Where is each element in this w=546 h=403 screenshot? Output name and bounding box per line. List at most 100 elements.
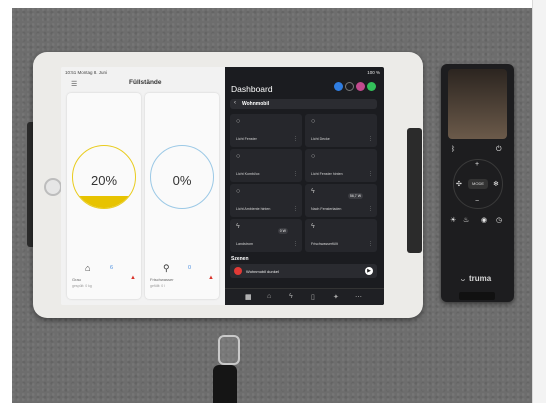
home-icon[interactable]: ⌂	[267, 293, 271, 300]
bulb-icon: ○	[311, 153, 316, 160]
hamburger-icon[interactable]: ☰	[71, 80, 77, 88]
scene-color-icon	[234, 267, 242, 275]
grid-icon[interactable]: ▦	[245, 293, 252, 301]
bulb-icon: ○	[311, 118, 316, 125]
scene-label: Wohnmobil dunkel	[246, 269, 279, 274]
house-icon: ⌂	[85, 263, 91, 273]
kebab-menu-icon[interactable]: ⋮	[293, 171, 298, 177]
temperature-icon[interactable]: ♨	[463, 216, 469, 224]
tab-bar: ▦ ⌂ ϟ ▯ ✦ ⋯	[225, 288, 384, 305]
play-icon[interactable]: ▶	[365, 267, 373, 275]
wall-edge	[532, 0, 546, 403]
snowflake-icon[interactable]: ❄	[493, 180, 499, 188]
minus-icon[interactable]: −	[475, 198, 479, 205]
dashboard-title: Dashboard	[231, 84, 273, 94]
room-selector[interactable]: ‹ Wohnmobil	[230, 99, 377, 109]
device-tile[interactable]: ○ Licht Fenster ⋮	[230, 114, 302, 147]
tank-name: Frischwasser	[150, 277, 174, 282]
tile-label: Licht Kombi/ox	[236, 172, 260, 176]
plug-icon: ϟ	[236, 223, 240, 230]
timer-icon[interactable]: ◷	[496, 216, 502, 224]
scene-tile[interactable]: Wohnmobil dunkel ▶	[230, 264, 377, 278]
status-time: 10:51 Montag 8. Juni	[65, 70, 108, 75]
tank-card-grey[interactable]: 20% ⌂ 6 ▲ Grau gespült: 0 kg	[67, 93, 141, 299]
fill-levels-pane: ☰ Füllstände 20% ⌂ 6 ▲ Grau gespült: 0 k…	[61, 67, 225, 305]
truma-remote: ᛒ ⏻ + ✣ MODE ❄ − ☀ ♨ ◉ ◷ truma ᴗ	[441, 64, 514, 302]
fan-icon[interactable]: ✣	[456, 180, 462, 188]
tablet-screen: ☰ Füllstände 20% ⌂ 6 ▲ Grau gespült: 0 k…	[61, 67, 384, 305]
kebab-menu-icon[interactable]: ⋮	[368, 171, 373, 177]
tank-gauge-fill	[73, 195, 135, 208]
device-tile[interactable]: ○ Licht Ambiente hinten ⋮	[230, 184, 302, 217]
kebab-menu-icon[interactable]: ⋮	[368, 136, 373, 142]
hanging-keys	[213, 365, 237, 403]
bulb-icon: ○	[236, 188, 241, 195]
tank-name: Grau	[72, 277, 81, 282]
power-badge: 0 W	[277, 228, 288, 234]
tile-label: Landstrom	[236, 242, 253, 246]
status-icon[interactable]	[367, 82, 376, 91]
tile-label: Licht Fenster	[236, 137, 257, 141]
device-tile[interactable]: ○ Licht Fenster hinten ⋮	[305, 149, 377, 182]
tile-label: Frischwasserfüllt	[311, 242, 338, 246]
light-icon[interactable]: ◉	[481, 216, 487, 224]
tank-value: 0	[188, 265, 192, 271]
kebab-menu-icon[interactable]: ⋮	[293, 241, 298, 247]
more-icon[interactable]: ⋯	[355, 293, 362, 301]
tank-value: 6	[110, 265, 114, 271]
tool-icon[interactable]	[345, 82, 354, 91]
tile-label: Nach Fensterladen	[311, 207, 342, 211]
tank-gauge: 0%	[150, 145, 214, 209]
device-tile[interactable]: ○ Licht Decke ⋮	[305, 114, 377, 147]
bluetooth-icon[interactable]: ᛒ	[451, 146, 455, 153]
device-tile[interactable]: ϟ Landstrom 0 W ⋮	[230, 219, 302, 252]
scenes-heading: Szenen	[231, 256, 249, 262]
tile-label: Licht Decke	[311, 137, 330, 141]
water-tap-icon: ⚲	[163, 263, 170, 273]
sun-icon[interactable]: ☀	[450, 216, 456, 224]
plus-icon[interactable]: +	[475, 161, 479, 168]
tablet-icon[interactable]: ▯	[311, 293, 315, 301]
remote-stand	[459, 292, 495, 300]
status-bar: 10:51 Montag 8. Juni 100 %	[61, 67, 384, 79]
plus-icon[interactable]	[334, 82, 343, 91]
dashboard-pane: Dashboard ‹ Wohnmobil ○ Licht Fenster ⋮ ○ Li…	[225, 67, 384, 305]
tile-label: Licht Ambiente hinten	[236, 207, 271, 211]
device-tile[interactable]: ϟ Frischwasserfüllt ⋮	[305, 219, 377, 252]
device-tile[interactable]: ○ Licht Kombi/ox ⋮	[230, 149, 302, 182]
room-name: Wohnmobil	[242, 101, 270, 107]
tile-label: Licht Fenster hinten	[311, 172, 343, 176]
truma-logo-icon: ᴗ	[461, 276, 465, 283]
page-title: Füllstände	[129, 79, 162, 86]
right-mount-bracket	[407, 128, 422, 253]
profile-icon[interactable]	[356, 82, 365, 91]
brand-logo: truma	[469, 274, 492, 283]
device-tile[interactable]: ϟ Nach Fensterladen 56,7 W ⋮	[305, 184, 377, 217]
power-icon[interactable]: ⏻	[496, 146, 502, 154]
bulb-icon: ○	[236, 118, 241, 125]
plug-icon: ϟ	[311, 223, 315, 230]
kebab-menu-icon[interactable]: ⋮	[368, 241, 373, 247]
wall-hook	[218, 335, 240, 365]
kebab-menu-icon[interactable]: ⋮	[293, 136, 298, 142]
kebab-menu-icon[interactable]: ⋮	[368, 206, 373, 212]
power-badge: 56,7 W	[347, 193, 363, 199]
remote-display	[448, 69, 507, 139]
bulb-icon: ○	[236, 153, 241, 160]
mode-button[interactable]: MODE	[468, 179, 488, 189]
tank-percent: 20%	[90, 173, 118, 188]
tank-sub: gespült: 0 kg	[72, 284, 92, 288]
sparkle-icon[interactable]: ✦	[333, 293, 339, 301]
warning-icon: ▲	[130, 275, 136, 281]
chevron-left-icon[interactable]: ‹	[234, 100, 236, 106]
tank-card-fresh[interactable]: 0% ⚲ 0 ▲ Frischwasser gefüllt: 0 l	[145, 93, 219, 299]
tank-percent: 0%	[172, 173, 192, 188]
lightning-icon[interactable]: ϟ	[289, 293, 293, 300]
warning-icon: ▲	[208, 275, 214, 281]
tank-sub: gefüllt: 0 l	[150, 284, 165, 288]
home-button[interactable]	[44, 178, 62, 196]
plug-icon: ϟ	[311, 188, 315, 195]
battery-status: 100 %	[367, 70, 380, 75]
tank-gauge: 20%	[72, 145, 136, 209]
kebab-menu-icon[interactable]: ⋮	[293, 206, 298, 212]
